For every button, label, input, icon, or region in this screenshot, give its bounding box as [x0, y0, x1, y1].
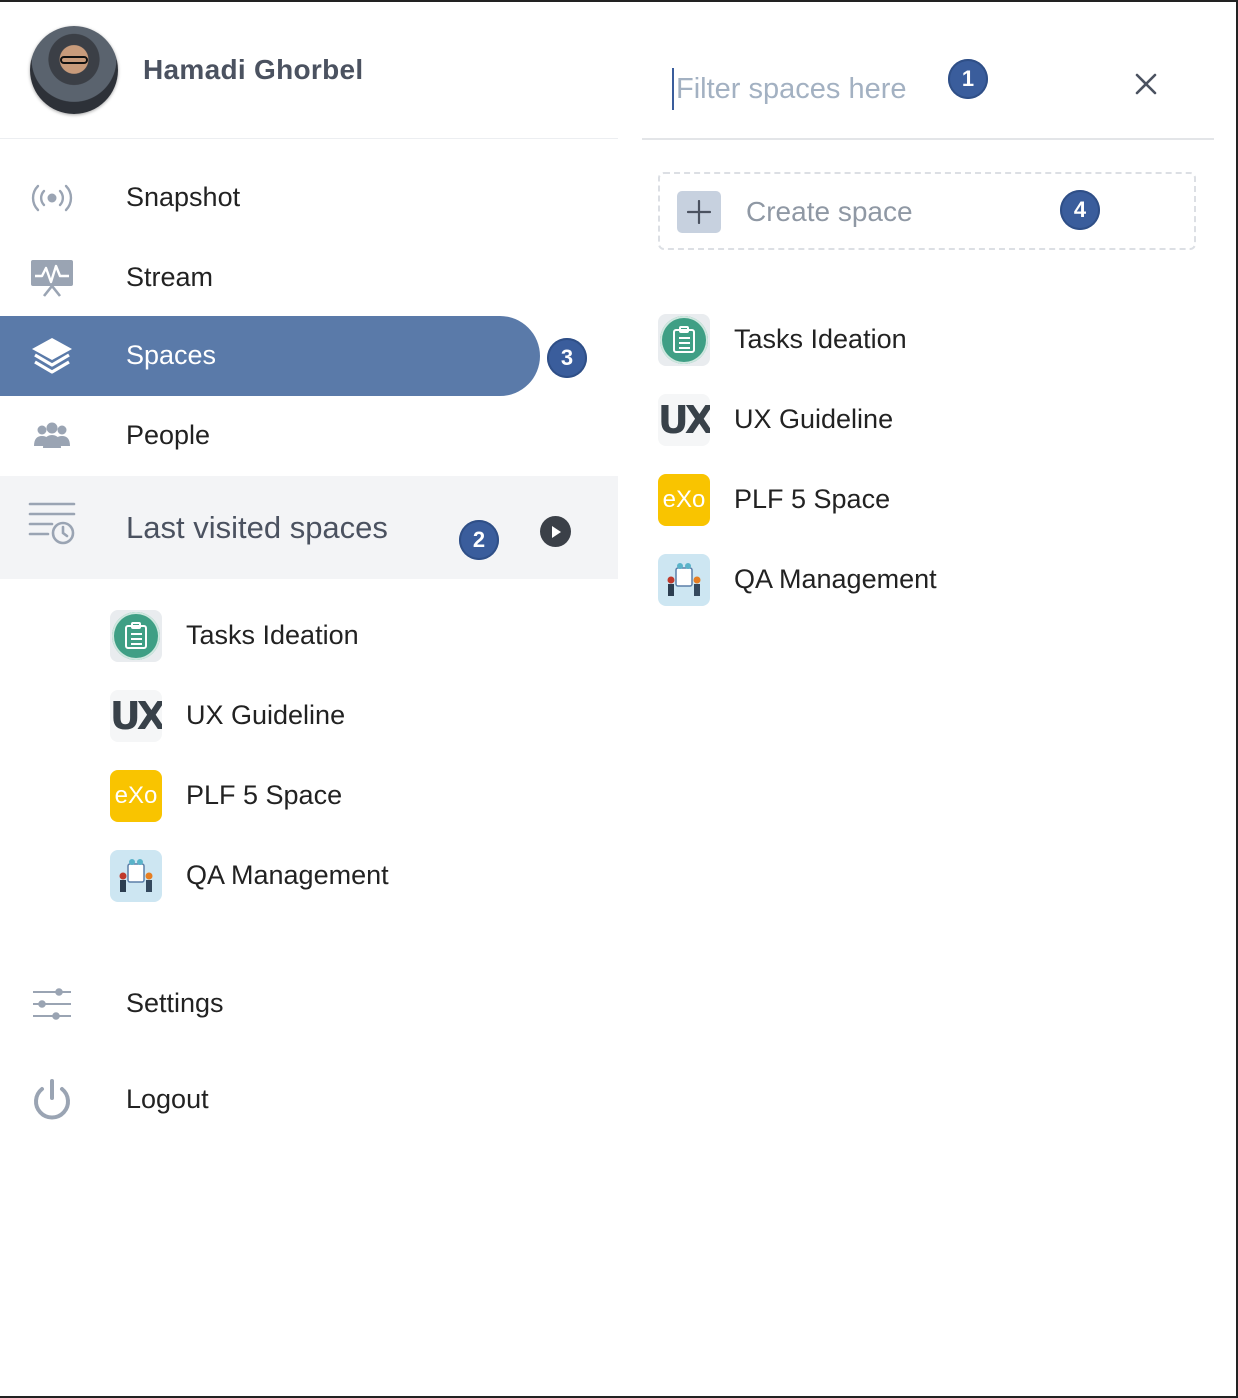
nav-item-spaces[interactable]: Spaces	[0, 316, 618, 396]
space-avatar-tasks-icon	[110, 610, 162, 662]
profile-header[interactable]: Hamadi Ghorbel	[0, 2, 618, 139]
create-space-label: Create space	[746, 196, 913, 227]
sliders-icon	[30, 982, 74, 1026]
space-avatar-exo-icon: eXo	[110, 770, 162, 822]
recent-space-qa-management[interactable]: QA Management	[110, 846, 530, 906]
avatar[interactable]	[30, 26, 118, 114]
space-avatar-qa-icon	[110, 850, 162, 902]
nav-item-label: Snapshot	[126, 182, 241, 212]
space-name: Tasks Ideation	[186, 620, 359, 650]
space-avatar-ux-icon: UX	[658, 394, 710, 446]
step-badge-3: 3	[547, 338, 587, 378]
nav-item-stream[interactable]: Stream	[0, 238, 618, 318]
nav-item-label: Spaces	[126, 340, 217, 370]
nav-item-label: People	[126, 420, 211, 450]
power-icon	[30, 1078, 74, 1122]
space-name: UX Guideline	[186, 700, 346, 730]
profile-name[interactable]: Hamadi Ghorbel	[143, 54, 363, 86]
people-icon	[30, 414, 74, 458]
layers-icon	[30, 334, 74, 378]
nav-item-label: Settings	[126, 988, 224, 1018]
space-avatar-exo-icon: eXo	[658, 474, 710, 526]
space-name: UX Guideline	[734, 404, 894, 434]
recent-spaces-icon	[28, 500, 76, 548]
space-avatar-tasks-icon	[658, 314, 710, 366]
avatar-glasses	[60, 56, 88, 64]
space-item-ux-guideline[interactable]: UX UX Guideline	[658, 390, 1198, 450]
nav-item-label: Stream	[126, 262, 214, 292]
activity-stream-icon	[30, 256, 74, 300]
last-visited-spaces-header[interactable]: Last visited spaces 2	[0, 476, 618, 579]
nav-item-settings[interactable]: Settings	[0, 964, 618, 1044]
last-visited-spaces-label: Last visited spaces	[126, 510, 388, 545]
recent-space-tasks-ideation[interactable]: Tasks Ideation	[110, 606, 530, 666]
nav-item-people[interactable]: People	[0, 396, 618, 476]
create-space-button[interactable]: Create space 4	[658, 172, 1196, 250]
plus-icon	[677, 191, 721, 233]
close-icon	[1135, 73, 1157, 95]
space-item-tasks-ideation[interactable]: Tasks Ideation	[658, 310, 1198, 370]
recent-space-plf-5[interactable]: eXo PLF 5 Space	[110, 766, 530, 826]
nav-item-label: Logout	[126, 1084, 209, 1114]
broadcast-icon	[30, 176, 74, 220]
step-badge-1: 1	[948, 59, 988, 99]
space-name: PLF 5 Space	[186, 780, 343, 810]
space-name: Tasks Ideation	[734, 324, 907, 354]
nav-item-logout[interactable]: Logout	[0, 1060, 618, 1140]
recent-space-ux-guideline[interactable]: UX UX Guideline	[110, 686, 530, 746]
play-arrow-icon	[551, 525, 561, 538]
space-name: PLF 5 Space	[734, 484, 891, 514]
expand-recent-spaces-button[interactable]	[540, 516, 571, 547]
filter-row: 1	[642, 2, 1214, 140]
spaces-panel: 1 Create space 4 Tasks Ideation UX UX Gu…	[642, 2, 1214, 1396]
space-name: QA Management	[734, 564, 937, 594]
step-badge-4: 4	[1060, 190, 1100, 230]
space-item-plf-5[interactable]: eXo PLF 5 Space	[658, 470, 1198, 530]
nav-item-snapshot[interactable]: Snapshot	[0, 158, 618, 238]
space-item-qa-management[interactable]: QA Management	[658, 550, 1198, 610]
space-name: QA Management	[186, 860, 389, 890]
space-avatar-ux-icon: UX	[110, 690, 162, 742]
left-navigation-panel: Hamadi Ghorbel Snapshot Stream Spaces 3 …	[0, 2, 618, 1396]
space-avatar-qa-icon	[658, 554, 710, 606]
step-badge-2: 2	[459, 520, 499, 560]
filter-spaces-input[interactable]	[672, 68, 928, 110]
close-button[interactable]	[1128, 66, 1164, 102]
